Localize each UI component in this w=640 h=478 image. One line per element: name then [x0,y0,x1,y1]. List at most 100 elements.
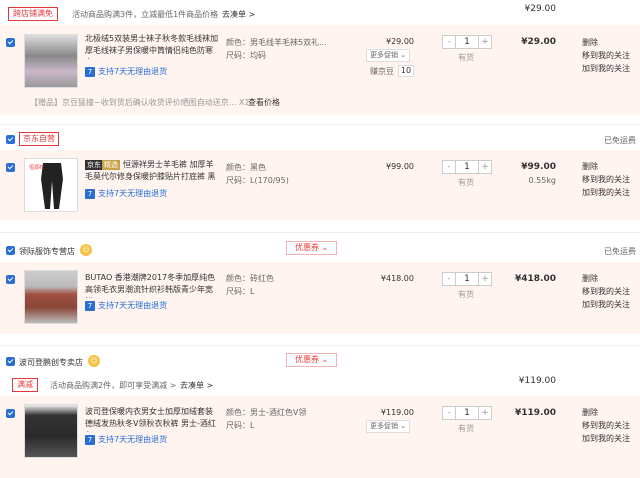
item-subtotal: ¥99.00 [521,162,556,172]
product-thumbnail[interactable] [24,34,78,88]
quantity-input[interactable]: 1 [455,161,479,173]
quantity-input[interactable]: 1 [455,407,479,419]
item-size: 尺码：L [226,421,255,430]
more-promo-dropdown[interactable]: 更多促销 ⌄ [366,49,411,62]
decrease-button[interactable]: - [443,407,455,419]
quantity-input[interactable]: 1 [455,36,479,48]
gift-text: 【赠品】京豆猛撞~收到货后确认收货评价晒图自动送京... [30,98,237,107]
add-to-favorites-link[interactable]: 加到我的关注 [582,432,630,445]
gift-price-link[interactable]: 查看价格 [248,97,280,108]
promo-tag: 跨店铺满免 [8,7,58,21]
item-checkbox[interactable] [6,38,15,47]
seven-day-return-icon: 7 [85,66,95,77]
chat-icon[interactable]: ☺ [80,244,92,256]
product-title[interactable]: 北极绒5双装男士袜子秋冬款毛线袜加厚毛线袜子男保暖中筒情侣纯色防寒女 [85,33,219,59]
increase-button[interactable]: + [479,273,491,285]
add-to-favorites-link[interactable]: 加到我的关注 [582,186,630,199]
service-note: 7 支持7天无理由退货 [85,300,167,311]
coupon-button[interactable]: 优惠券 ⌄ [286,353,338,367]
item-actions: 删除 移到我的关注 加到我的关注 [582,272,630,311]
item-checkbox[interactable] [6,163,15,172]
move-to-favorites-link[interactable]: 移到我的关注 [582,419,630,432]
quantity-stepper[interactable]: -1 + [442,406,492,420]
divider [0,345,640,346]
product-thumbnail[interactable] [24,270,78,324]
item-checkbox[interactable] [6,275,15,284]
service-label: 支持7天无理由退货 [98,435,168,444]
shop-name[interactable]: 波司登鹏创专卖店 [19,357,83,368]
quantity-input[interactable]: 1 [455,273,479,285]
add-to-favorites-link[interactable]: 加到我的关注 [582,62,630,75]
chevron-down-icon: ⌄ [400,422,407,430]
item-size: 尺码：均码 [226,51,266,60]
item-checkbox[interactable] [6,409,15,418]
delete-link[interactable]: 删除 [582,406,630,419]
decrease-button[interactable]: - [443,36,455,48]
shop-name[interactable]: 京东自营 [19,132,59,146]
delete-link[interactable]: 删除 [582,36,630,49]
more-promo-dropdown[interactable]: 更多促销 ⌄ [366,420,411,433]
increase-button[interactable]: + [479,161,491,173]
promo-text[interactable]: 活动商品购满2件，即可享受满减 > [50,380,176,391]
delete-link[interactable]: 删除 [582,272,630,285]
stock-status: 有货 [458,290,474,299]
item-actions: 删除 移到我的关注 加到我的关注 [582,406,630,445]
stock-status: 有货 [458,53,474,62]
add-to-favorites-link[interactable]: 加到我的关注 [582,298,630,311]
group-sum: ¥119.00 [518,376,556,386]
product-thumbnail[interactable] [24,404,78,458]
freight-note: 已免运费 [604,136,636,145]
unit-price: ¥99.00 [386,162,414,171]
move-to-favorites-link[interactable]: 移到我的关注 [582,285,630,298]
increase-button[interactable]: + [479,36,491,48]
item-color: 颜色：男士-酒红色V领 [226,408,307,417]
item-actions: 删除 移到我的关注 加到我的关注 [582,160,630,199]
item-actions: 删除 移到我的关注 加到我的关注 [582,36,630,75]
divider [0,232,640,233]
points-label: 赚京豆 [370,67,394,76]
item-color: 颜色：砖红色 [226,274,274,283]
service-note: 7 支持7天无理由退货 [85,66,167,77]
unit-price: ¥29.00 [386,37,414,46]
quantity-stepper[interactable]: -1 + [442,272,492,286]
product-title[interactable]: 恒源祥男士羊毛裤 加厚羊毛莫代尔修身保暖护膝贴片打底裤 黑 [85,159,219,185]
service-note: 7 支持7天无理由退货 [85,188,167,199]
promo-link[interactable]: 去凑单 > [222,9,255,20]
chat-icon[interactable]: ☺ [88,355,100,367]
quantity-stepper[interactable]: -1 + [442,160,492,174]
shop-checkbox[interactable] [6,357,15,366]
gift-line: 【赠品】京豆猛撞~收到货后确认收货评价晒图自动送京... X1 [30,97,249,108]
item-weight: 0.55kg [528,176,556,185]
service-note: 7 支持7天无理由退货 [85,434,167,445]
unit-price: ¥418.00 [380,274,414,283]
product-title[interactable]: 波司登保暖内衣男女士加厚加绒套装德绒发热秋冬V领秋衣秋裤 男士-酒红色V [85,406,219,432]
delete-link[interactable]: 删除 [582,160,630,173]
shop-name[interactable]: 领际服饰专营店 [19,246,75,257]
item-subtotal: ¥29.00 [521,37,556,47]
coupon-button[interactable]: 优惠券 ⌄ [286,241,338,255]
decrease-button[interactable]: - [443,161,455,173]
seven-day-return-icon: 7 [85,188,95,199]
item-color: 颜色：黑色 [226,163,266,172]
stock-status: 有货 [458,424,474,433]
more-promo-label: 更多促销 [370,51,398,59]
product-title[interactable]: BUTAO 香港潮牌2017冬季加厚纯色高领毛衣男潮流针织衫韩版青少年宽松 [85,272,219,298]
chevron-down-icon: ⌄ [400,51,407,59]
move-to-favorites-link[interactable]: 移到我的关注 [582,49,630,62]
quantity-stepper[interactable]: -1 + [442,35,492,49]
pants-image: 恒源祥 [29,163,63,209]
promo-link[interactable]: 去凑单 > [180,380,213,391]
shop-checkbox[interactable] [6,246,15,255]
service-label: 支持7天无理由退货 [98,301,168,310]
seven-day-return-icon: 7 [85,300,95,311]
product-thumbnail[interactable]: 恒源祥 [24,158,78,212]
unit-price: ¥119.00 [380,408,414,417]
increase-button[interactable]: + [479,407,491,419]
seven-day-return-icon: 7 [85,434,95,445]
points-value: 10 [398,65,414,77]
item-subtotal: ¥119.00 [515,408,556,418]
shop-checkbox[interactable] [6,135,15,144]
decrease-button[interactable]: - [443,273,455,285]
move-to-favorites-link[interactable]: 移到我的关注 [582,173,630,186]
item-size: 尺码：L(170/95) [226,176,289,185]
